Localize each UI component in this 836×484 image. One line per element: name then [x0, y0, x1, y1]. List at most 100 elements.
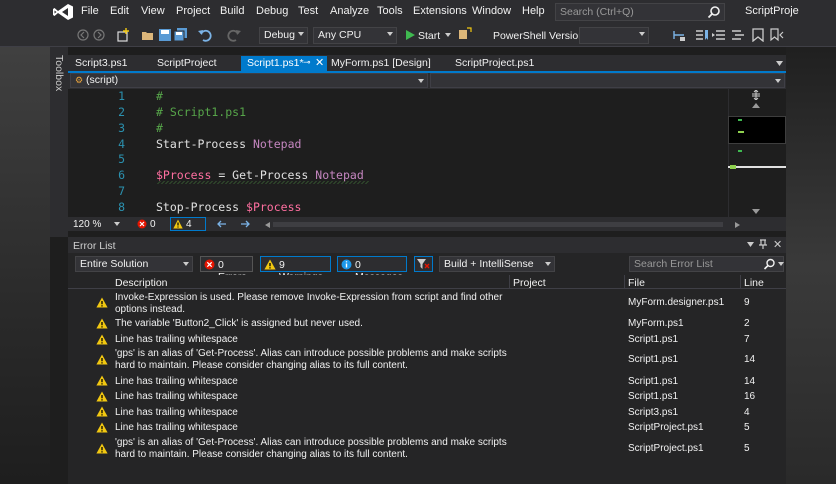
previous-issue-icon[interactable] — [217, 220, 227, 228]
previous-bookmark-icon[interactable] — [770, 28, 784, 42]
row-description[interactable]: Invoke-Expression is used. Please remove… — [115, 292, 515, 316]
menu-view[interactable]: View — [141, 5, 165, 17]
split-window-icon[interactable] — [751, 90, 761, 100]
member-dropdown[interactable] — [430, 73, 785, 88]
errors-filter-button[interactable]: 0 Errors — [200, 256, 253, 283]
row-description[interactable]: Line has trailing whitespace — [115, 391, 515, 403]
menu-file[interactable]: File — [81, 5, 99, 17]
configuration-dropdown[interactable]: Debug — [259, 27, 308, 44]
row-file[interactable]: ScriptProject.ps1 — [628, 422, 704, 433]
row-file[interactable]: Script3.ps1 — [628, 407, 678, 418]
column-file[interactable]: File — [628, 277, 645, 289]
column-separator[interactable] — [509, 275, 510, 289]
warnings-filter-button[interactable]: 9 Warnings — [260, 256, 331, 283]
bookmark-icon[interactable] — [752, 28, 764, 42]
row-line[interactable]: 5 — [744, 443, 750, 454]
row-file[interactable]: Script1.ps1 — [628, 354, 678, 365]
row-line[interactable]: 9 — [744, 297, 750, 308]
menu-tools[interactable]: Tools — [377, 5, 403, 17]
row-description[interactable]: The variable 'Button2_Click' is assigned… — [115, 318, 515, 330]
row-line[interactable]: 16 — [744, 391, 755, 402]
row-file[interactable]: MyForm.designer.ps1 — [628, 297, 724, 308]
messages-filter-button[interactable]: 0 Messages — [337, 256, 407, 283]
scroll-left-icon[interactable] — [265, 222, 270, 228]
toolbox-tab[interactable]: Toolbox — [53, 55, 65, 91]
row-line[interactable]: 14 — [744, 376, 755, 387]
scope-dropdown[interactable]: ⚙ (script) — [70, 73, 428, 88]
editor-error-count[interactable]: 0 — [150, 219, 156, 230]
column-project[interactable]: Project — [513, 277, 546, 289]
code-line[interactable]: # Script1.ps1 — [156, 105, 246, 119]
row-line[interactable]: 5 — [744, 422, 750, 433]
open-file-icon[interactable] — [141, 28, 155, 42]
powershell-version-dropdown[interactable] — [579, 27, 649, 44]
menu-build[interactable]: Build — [220, 5, 244, 17]
row-description[interactable]: Line has trailing whitespace — [115, 334, 515, 346]
menu-project[interactable]: Project — [176, 5, 210, 17]
row-file[interactable]: Script1.ps1 — [628, 391, 678, 402]
start-play-icon[interactable] — [406, 30, 415, 40]
redo-icon[interactable] — [227, 28, 241, 42]
column-separator[interactable] — [624, 275, 625, 289]
column-separator[interactable] — [740, 275, 741, 289]
row-description[interactable]: Line has trailing whitespace — [115, 376, 515, 388]
search-icon[interactable] — [763, 258, 776, 270]
row-description[interactable]: 'gps' is an alias of 'Get-Process'. Alia… — [115, 437, 515, 461]
scroll-right-icon[interactable] — [735, 222, 740, 228]
error-list-search-input[interactable]: Search Error List — [629, 256, 784, 272]
row-description[interactable]: Line has trailing whitespace — [115, 407, 515, 419]
horizontal-scrollbar[interactable] — [273, 222, 723, 227]
forward-icon[interactable] — [93, 29, 105, 41]
step-into-icon[interactable] — [672, 28, 686, 42]
row-file[interactable]: ScriptProject.ps1 — [628, 443, 704, 454]
menu-extensions[interactable]: Extensions — [413, 5, 467, 17]
column-description[interactable]: Description — [115, 277, 168, 289]
panel-menu-icon[interactable] — [747, 242, 754, 247]
tab-myform-design[interactable]: MyForm.ps1 [Design] — [325, 56, 437, 71]
pin-icon[interactable]: ⊸ — [303, 57, 311, 68]
error-icon[interactable] — [137, 219, 147, 229]
menu-analyze[interactable]: Analyze — [330, 5, 369, 17]
menu-window[interactable]: Window — [472, 5, 511, 17]
menu-help[interactable]: Help — [522, 5, 545, 17]
row-line[interactable]: 7 — [744, 334, 750, 345]
zoom-dropdown-icon[interactable] — [114, 222, 120, 226]
tab-script3[interactable]: Script3.ps1 — [69, 56, 134, 71]
code-line[interactable]: Stop-Process $Process — [156, 200, 301, 214]
menu-debug[interactable]: Debug — [256, 5, 288, 17]
indent-icon[interactable] — [731, 28, 745, 42]
row-file[interactable]: MyForm.ps1 — [628, 318, 684, 329]
code-line[interactable]: Start-Process Notepad — [156, 137, 301, 151]
tab-script1[interactable]: Script1.ps1* ⊸ ✕ — [241, 56, 327, 71]
quick-search-input[interactable]: Search (Ctrl+Q) — [555, 3, 725, 21]
bookmark-list-icon[interactable] — [695, 28, 709, 42]
platform-dropdown[interactable]: Any CPU — [313, 27, 397, 44]
tab-scriptproject[interactable]: ScriptProject — [151, 56, 223, 71]
row-file[interactable]: Script1.ps1 — [628, 376, 678, 387]
vertical-scrollbar-map[interactable] — [728, 89, 786, 217]
save-icon[interactable] — [158, 28, 172, 42]
code-line[interactable]: $Process = Get-Process Notepad — [156, 168, 364, 182]
tab-overflow-icon[interactable] — [776, 61, 783, 66]
row-description[interactable]: Line has trailing whitespace — [115, 422, 515, 434]
column-line[interactable]: Line — [744, 277, 764, 289]
scroll-up-icon[interactable] — [752, 103, 760, 108]
zoom-level[interactable]: 120 % — [73, 219, 101, 230]
search-options-icon[interactable] — [778, 262, 784, 266]
code-line[interactable]: # — [156, 121, 163, 135]
row-line[interactable]: 2 — [744, 318, 750, 329]
tab-scriptproject-ps1[interactable]: ScriptProject.ps1 — [449, 56, 540, 71]
start-dropdown-icon[interactable] — [445, 33, 451, 37]
scroll-down-icon[interactable] — [752, 209, 760, 214]
close-tab-icon[interactable]: ✕ — [315, 56, 324, 69]
map-viewport[interactable] — [728, 116, 786, 144]
close-panel-icon[interactable]: ✕ — [773, 238, 782, 251]
new-project-icon[interactable] — [116, 28, 130, 42]
save-all-icon[interactable] — [174, 28, 188, 42]
row-file[interactable]: Script1.ps1 — [628, 334, 678, 345]
scope-filter-dropdown[interactable]: Entire Solution — [75, 256, 193, 272]
row-line[interactable]: 4 — [744, 407, 750, 418]
outdent-icon[interactable] — [712, 28, 726, 42]
row-line[interactable]: 14 — [744, 354, 755, 365]
start-button[interactable]: Start — [418, 30, 440, 42]
